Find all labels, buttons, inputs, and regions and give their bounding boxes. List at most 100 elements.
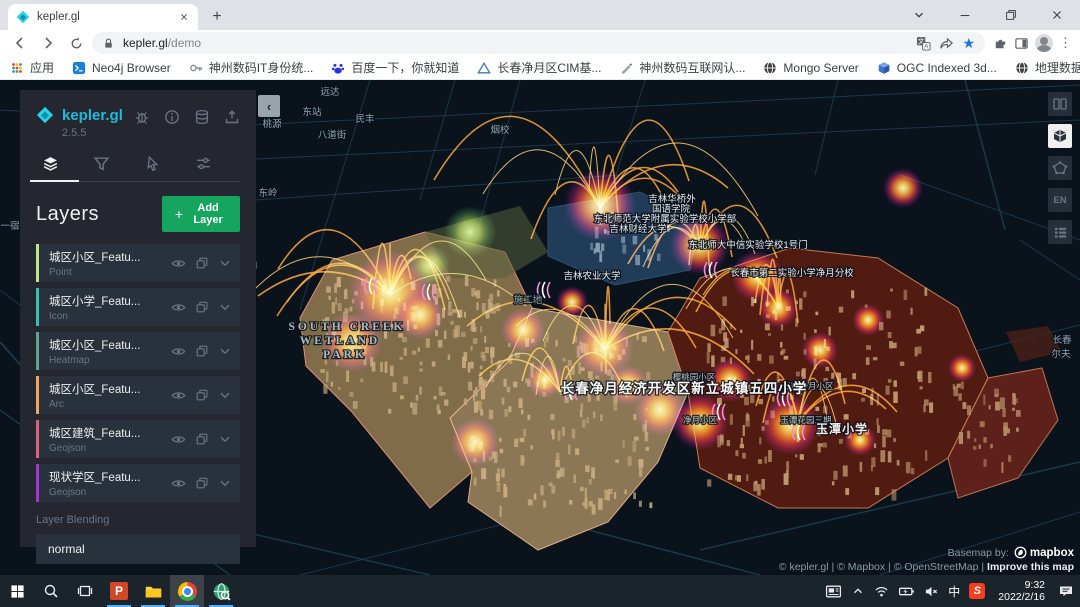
draw-polygon-button[interactable]	[1048, 156, 1072, 180]
map-label: 长春市第二实验小学净月分校	[730, 267, 854, 279]
extensions-icon[interactable]	[993, 36, 1008, 51]
visibility-eye-icon[interactable]	[171, 344, 186, 359]
bookmark-item[interactable]: 长春净月区CIM基...	[477, 59, 601, 76]
bookmarks-bar: 应用 Neo4j Browser 神州数码IT身份统... 百度一下，你就知道 长春净月…	[0, 56, 1080, 80]
tab-search-button[interactable]	[896, 0, 942, 30]
expand-chevron-icon[interactable]	[218, 432, 232, 446]
bookmark-item[interactable]: 应用	[10, 59, 54, 76]
split-map-icon	[1052, 96, 1068, 112]
add-layer-button[interactable]: +Add Layer	[162, 196, 240, 232]
taskbar-arcgis[interactable]	[204, 575, 238, 607]
action-center-icon[interactable]	[1058, 583, 1074, 599]
tab-close-icon[interactable]	[178, 11, 190, 23]
side-panel-icon[interactable]	[1014, 36, 1029, 51]
bug-report-icon[interactable]	[134, 109, 150, 125]
cursor-icon	[144, 155, 161, 172]
duplicate-icon[interactable]	[195, 476, 209, 490]
powerpoint-icon: P	[110, 582, 128, 600]
sliders-icon	[195, 155, 212, 172]
bookmark-star-icon[interactable]: ★	[962, 35, 975, 52]
bookmark-label: 应用	[30, 59, 54, 76]
menu-kebab-icon[interactable]: ⋮	[1059, 35, 1072, 51]
window-restore-button[interactable]	[988, 0, 1034, 30]
window-close-button[interactable]	[1034, 0, 1080, 30]
map-label: 长春	[1052, 334, 1072, 346]
layer-item[interactable]: 城区小区_Featu... Heatmap	[36, 332, 240, 370]
bookmark-item[interactable]: 神州数码IT身份统...	[189, 59, 314, 76]
taskbar-explorer[interactable]	[136, 575, 170, 607]
layer-item[interactable]: 城区小区_Featu... Point	[36, 244, 240, 282]
share-icon[interactable]	[939, 36, 954, 51]
mapbox-logo[interactable]: mapbox	[1014, 546, 1074, 559]
kepler-favicon	[16, 10, 30, 24]
duplicate-icon[interactable]	[195, 300, 209, 314]
tab-layers[interactable]	[36, 153, 65, 181]
battery-icon[interactable]	[898, 583, 915, 600]
browser-tab[interactable]: kepler.gl	[8, 4, 198, 30]
visibility-eye-icon[interactable]	[171, 388, 186, 403]
expand-chevron-icon[interactable]	[218, 476, 232, 490]
tab-basemap[interactable]	[189, 153, 218, 181]
profile-avatar[interactable]	[1035, 34, 1053, 52]
taskbar-clock[interactable]: 9:32 2022/2/16	[994, 579, 1049, 603]
duplicate-icon[interactable]	[195, 344, 209, 358]
info-icon[interactable]	[164, 109, 180, 125]
layer-item[interactable]: 城区小区_Featu... Arc	[36, 376, 240, 414]
legend-button[interactable]	[1048, 220, 1072, 244]
layer-blending-select[interactable]: normal	[36, 534, 240, 564]
locale-button[interactable]: EN	[1048, 188, 1072, 212]
layer-name: 城区小学_Featu...	[49, 293, 171, 309]
visibility-eye-icon[interactable]	[171, 432, 186, 447]
expand-chevron-icon[interactable]	[218, 388, 232, 402]
translate-icon[interactable]	[916, 36, 931, 51]
improve-map-link[interactable]: Improve this map	[987, 561, 1074, 573]
visibility-eye-icon[interactable]	[171, 300, 186, 315]
taskbar-chrome[interactable]	[170, 575, 204, 607]
layer-text: 现状学区_Featu... Geojson	[49, 469, 171, 498]
visibility-eye-icon[interactable]	[171, 476, 186, 491]
bookmark-item[interactable]: Neo4j Browser	[72, 61, 171, 75]
split-map-button[interactable]	[1048, 92, 1072, 116]
bookmark-item[interactable]: 神州数码互联网认...	[619, 59, 745, 76]
expand-chevron-icon[interactable]	[218, 344, 232, 358]
export-icon[interactable]	[224, 109, 240, 125]
map-label: 东北师大中信实验学校1号门	[688, 239, 807, 251]
duplicate-icon[interactable]	[195, 256, 209, 270]
news-widget-icon[interactable]	[825, 583, 842, 600]
visibility-eye-icon[interactable]	[171, 256, 186, 271]
bookmark-item[interactable]: OGC Indexed 3d...	[877, 61, 997, 75]
forward-button[interactable]	[36, 31, 60, 55]
tab-filters[interactable]	[87, 153, 116, 181]
url-path: /demo	[168, 36, 201, 50]
taskbar-search-button[interactable]	[34, 575, 68, 607]
data-table-icon[interactable]	[194, 109, 210, 125]
reload-button[interactable]	[64, 31, 88, 55]
layer-item[interactable]: 城区建筑_Featu... Geojson	[36, 420, 240, 458]
wifi-icon[interactable]	[874, 584, 889, 599]
tray-expand-icon[interactable]	[851, 584, 865, 598]
back-button[interactable]	[8, 31, 32, 55]
bookmark-item[interactable]: Mongo Server	[763, 61, 858, 75]
task-view-button[interactable]	[68, 575, 102, 607]
expand-chevron-icon[interactable]	[218, 300, 232, 314]
ime-indicator[interactable]: 中	[948, 583, 960, 600]
panel-collapse-button[interactable]: ‹	[258, 95, 280, 117]
tab-interactions[interactable]	[138, 153, 167, 181]
layer-item[interactable]: 城区小学_Featu... Icon	[36, 288, 240, 326]
bookmark-item[interactable]: 地理数据库管理—...	[1015, 59, 1080, 76]
expand-chevron-icon[interactable]	[218, 256, 232, 270]
sogou-icon[interactable]: S	[969, 583, 985, 599]
cube-icon	[877, 61, 891, 75]
kepler-logo-icon	[36, 106, 54, 124]
layer-item[interactable]: 现状学区_Featu... Geojson	[36, 464, 240, 502]
bookmark-item[interactable]: 百度一下，你就知道	[331, 59, 459, 76]
taskbar-powerpoint[interactable]: P	[102, 575, 136, 607]
start-button[interactable]	[0, 575, 34, 607]
window-minimize-button[interactable]	[942, 0, 988, 30]
url-bar[interactable]: kepler.gl/demo ★	[92, 32, 985, 54]
duplicate-icon[interactable]	[195, 388, 209, 402]
duplicate-icon[interactable]	[195, 432, 209, 446]
toggle-3d-button[interactable]	[1048, 124, 1072, 148]
new-tab-button[interactable]: +	[204, 4, 230, 30]
volume-muted-icon[interactable]	[924, 584, 939, 599]
